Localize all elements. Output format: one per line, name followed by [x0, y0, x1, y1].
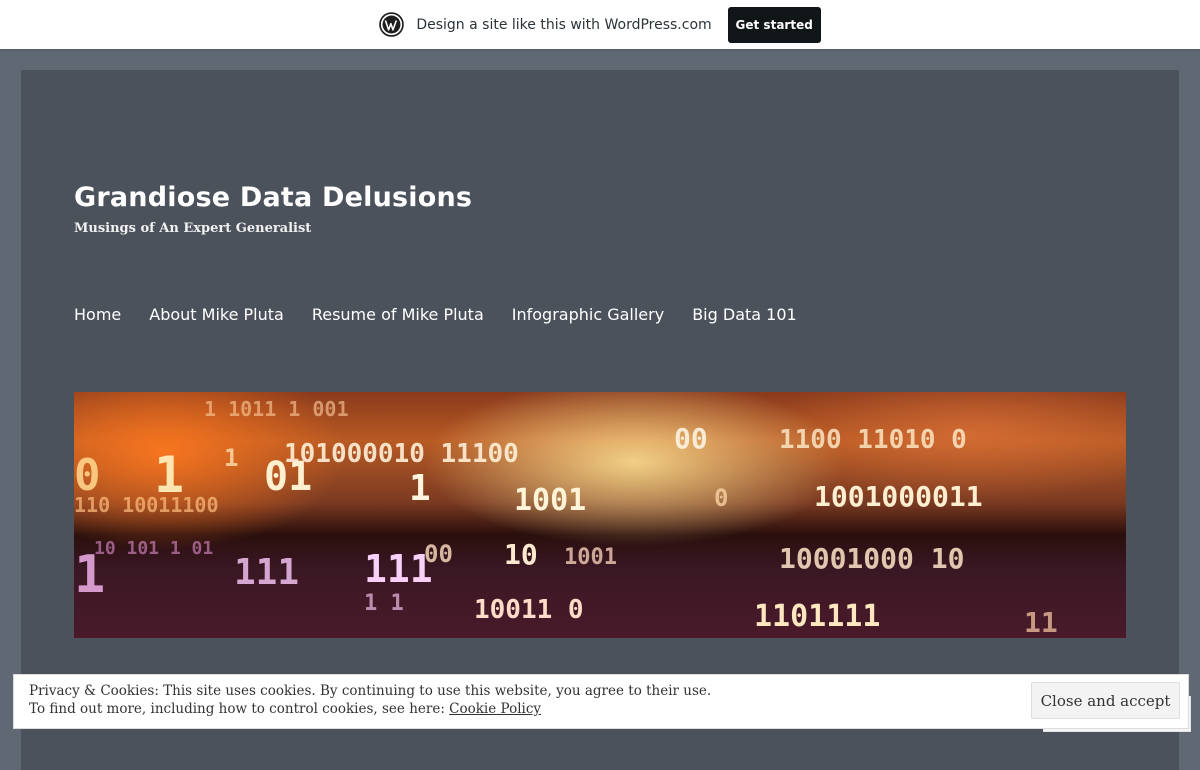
svg-text:1001: 1001 — [564, 545, 617, 570]
cookie-notice-line-2: To find out more, including how to contr… — [29, 700, 711, 718]
svg-text:1: 1 — [224, 444, 238, 472]
svg-text:110 10011100: 110 10011100 — [74, 493, 219, 517]
nav-item-resume[interactable]: Resume of Mike Pluta — [312, 305, 484, 324]
svg-text:1 1: 1 1 — [364, 591, 404, 616]
close-and-accept-button[interactable]: Close and accept — [1031, 682, 1180, 719]
main-navigation: Home About Mike Pluta Resume of Mike Plu… — [74, 305, 797, 324]
banner-text: Design a site like this with WordPress.c… — [416, 16, 712, 33]
svg-text:1: 1 — [409, 468, 431, 509]
svg-text:111: 111 — [234, 552, 299, 593]
svg-text:10011 0: 10011 0 — [474, 595, 584, 625]
site-container: Grandiose Data Delusions Musings of An E… — [21, 70, 1179, 770]
site-title[interactable]: Grandiose Data Delusions — [74, 182, 472, 213]
cookie-notice-text: Privacy & Cookies: This site uses cookie… — [29, 682, 711, 718]
binary-digits-image: 0 1 1 01 101000010 11100 110 10011100 1 … — [74, 397, 1058, 638]
svg-text:1001: 1001 — [514, 483, 586, 518]
svg-text:00: 00 — [424, 540, 453, 568]
svg-text:101000010 11100: 101000010 11100 — [284, 439, 519, 469]
svg-text:11: 11 — [1024, 606, 1058, 638]
cookie-consent-bar: Privacy & Cookies: This site uses cookie… — [13, 674, 1189, 729]
svg-text:10001000 10: 10001000 10 — [779, 542, 964, 575]
svg-text:1101111: 1101111 — [754, 599, 880, 634]
svg-text:10 101 1 01: 10 101 1 01 — [94, 538, 213, 559]
svg-text:1001000011: 1001000011 — [814, 480, 983, 513]
svg-text:10: 10 — [504, 538, 538, 571]
get-started-button[interactable]: Get started — [727, 6, 821, 43]
svg-text:1 1011 1 001: 1 1011 1 001 — [204, 397, 349, 421]
nav-item-big-data-101[interactable]: Big Data 101 — [692, 305, 797, 324]
svg-text:1100 11010 0: 1100 11010 0 — [779, 425, 967, 455]
header-image[interactable]: 0 1 1 01 101000010 11100 110 10011100 1 … — [74, 392, 1126, 638]
cookie-notice-line-2-text: To find out more, including how to contr… — [29, 701, 450, 717]
cookie-notice-line-1: Privacy & Cookies: This site uses cookie… — [29, 683, 712, 699]
nav-item-about[interactable]: About Mike Pluta — [149, 305, 284, 324]
cookie-policy-link[interactable]: Cookie Policy — [449, 701, 541, 717]
wordpress-logo-icon[interactable] — [379, 12, 405, 37]
svg-text:00: 00 — [674, 422, 708, 455]
wordpress-promo-banner: Design a site like this with WordPress.c… — [0, 0, 1200, 49]
site-description: Musings of An Expert Generalist — [74, 221, 312, 236]
svg-text:111: 111 — [364, 547, 433, 591]
nav-item-home[interactable]: Home — [74, 305, 121, 324]
nav-item-infographic-gallery[interactable]: Infographic Gallery — [512, 305, 664, 324]
svg-text:0: 0 — [714, 484, 728, 512]
